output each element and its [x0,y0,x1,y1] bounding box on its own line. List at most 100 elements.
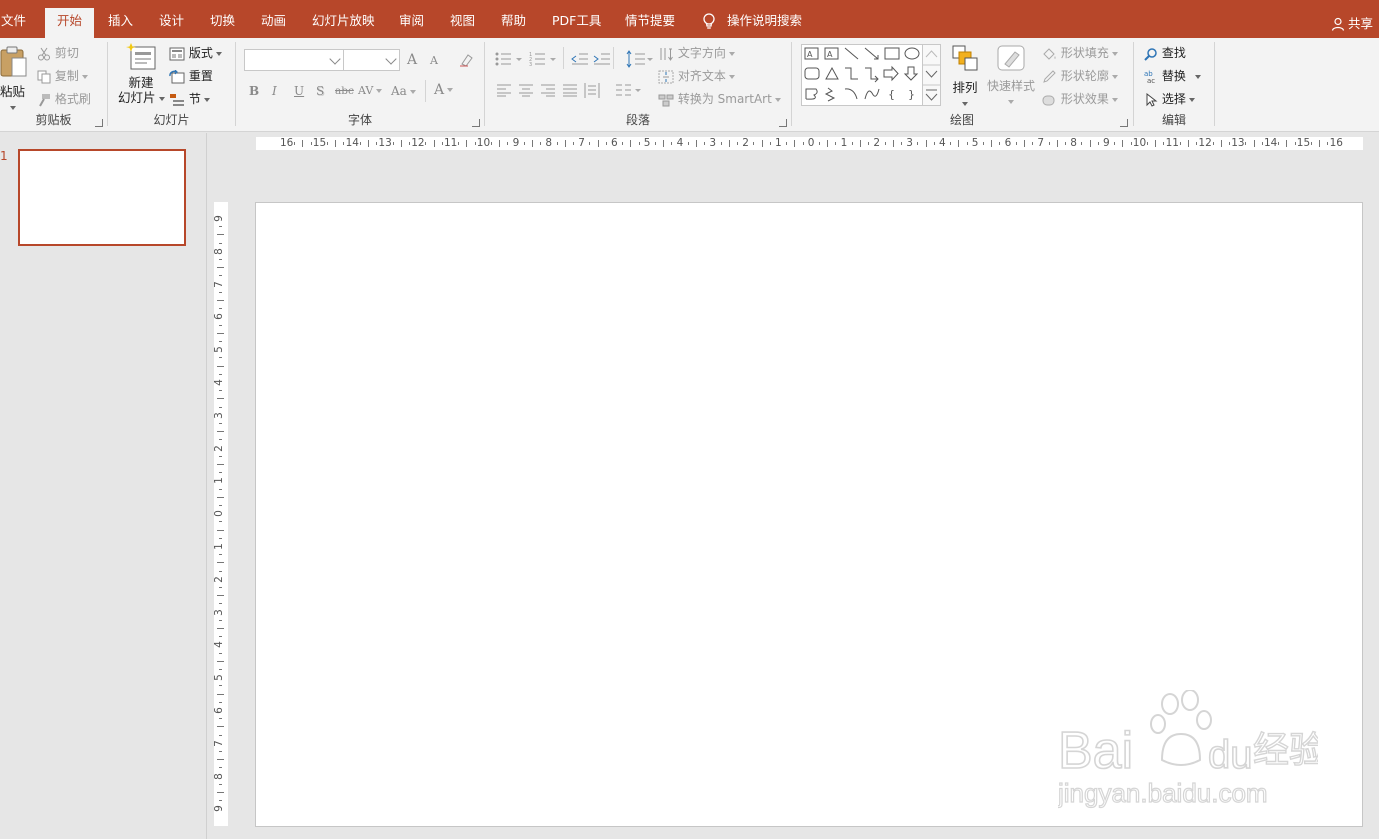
shrink-font-button[interactable]: A [430,54,438,67]
svg-text:经验: 经验 [1253,730,1318,771]
vruler-label: 9 [212,215,225,222]
font-color-button[interactable]: A [434,82,454,98]
find-button[interactable]: 查找 [1144,44,1186,61]
tab-pdf-tools[interactable]: PDF工具 [552,8,601,38]
numbering-icon[interactable]: 123 [529,52,559,66]
strikethrough-button[interactable]: abc [335,85,354,97]
vruler-label: 4 [212,641,225,649]
smartart-icon [658,94,674,106]
tab-home[interactable]: 开始 [45,8,95,38]
paragraph-dialog-launcher[interactable] [779,119,787,127]
font-size-combobox[interactable] [343,49,400,71]
tab-insert[interactable]: 插入 [108,8,133,38]
align-right-icon[interactable] [540,84,556,97]
new-slide-button[interactable]: 新建 幻灯片 [118,42,165,105]
group-font: A A B I U S abc AV Aa A 字体 [236,38,484,132]
increase-indent-icon[interactable] [593,52,611,66]
tab-animations[interactable]: 动画 [261,8,286,38]
tab-slideshow[interactable]: 幻灯片放映 [312,8,375,38]
vruler-label: 8 [212,247,225,255]
hruler-label: 10 [476,137,491,149]
cut-button[interactable]: 剪切 [37,44,79,61]
tab-help[interactable]: 帮助 [501,8,526,38]
clear-formatting-icon[interactable] [458,52,474,68]
shape-fill-button[interactable]: 形状填充 [1041,44,1118,61]
align-left-icon[interactable] [496,84,512,97]
distributed-icon[interactable] [584,83,600,98]
hruler-label: 10 [1132,137,1147,149]
share-button[interactable]: 共享 [1331,13,1373,32]
paste-button[interactable]: 粘贴 [0,44,30,110]
hruler-label: 11 [1165,137,1179,149]
hruler-label: 12 [1198,137,1212,149]
slide-thumbnail[interactable] [18,149,186,246]
convert-smartart-button[interactable]: 转换为 SmartArt [658,90,781,107]
tab-file[interactable]: 文件 [1,8,26,38]
select-button[interactable]: 选择 [1144,90,1195,107]
tab-transitions[interactable]: 切换 [210,8,235,38]
shape-effects-label: 形状效果 [1060,92,1109,106]
svg-text:A: A [827,50,833,59]
tell-me-search[interactable]: 操作说明搜索 [727,8,802,38]
font-dialog-launcher[interactable] [472,119,480,127]
vertical-ruler[interactable]: 9 8 7 6 5 4 3 2 1 0 1 2 3 4 5 6 7 8 9 [212,202,228,826]
hruler-label: 9 [1103,137,1110,149]
shapes-gallery-scroll[interactable] [922,44,941,106]
arrange-button[interactable]: 排列 [948,44,982,110]
vruler-label: 8 [212,772,225,780]
group-paragraph: 123 文字方向 对齐文本 转换为 SmartArt 段落 [485,38,791,132]
shape-effects-icon [1042,95,1055,105]
align-text-button[interactable]: 对齐文本 [658,67,735,84]
horizontal-ruler[interactable]: 16 15 14 13 12 11 10 9 8 7 6 5 4 3 2 1 0 1 2 3 4 5 6 7 8 9 10 11 12 1… [256,137,1363,150]
italic-button[interactable]: I [272,84,277,98]
shapes-gallery[interactable]: A A { } [801,44,941,106]
hruler-label: 13 [1231,137,1245,149]
section-button[interactable]: 节 [169,90,210,107]
reset-button[interactable]: 重置 [169,67,213,84]
columns-icon[interactable] [615,84,643,97]
clipboard-dialog-launcher[interactable] [95,119,103,127]
ribbon-tab-bar: 文件 开始 插入 设计 切换 动画 幻灯片放映 审阅 视图 帮助 PDF工具 情… [0,0,1379,38]
copy-button[interactable]: 复制 [37,67,88,84]
text-direction-button[interactable]: 文字方向 [658,44,735,61]
vruler-label: 2 [212,575,225,583]
format-painter-button[interactable]: 格式刷 [37,90,91,107]
new-slide-label-2: 幻灯片 [118,90,156,105]
hruler-label: 2 [873,137,881,149]
bold-button[interactable]: B [249,84,259,98]
align-center-icon[interactable] [518,84,534,97]
tab-design[interactable]: 设计 [159,8,184,38]
decrease-indent-icon[interactable] [571,52,589,66]
hruler-label: 16 [1329,137,1343,149]
tab-review[interactable]: 审阅 [399,8,424,38]
hruler-label: 7 [1037,137,1045,149]
line-spacing-icon[interactable] [625,50,653,68]
replace-button[interactable]: ab ac 替换 [1144,67,1201,84]
shape-effects-button[interactable]: 形状效果 [1041,90,1118,107]
quick-styles-button[interactable]: 快速样式 [986,44,1036,108]
reset-label: 重置 [188,69,213,83]
tab-storyboard[interactable]: 情节提要 [625,8,675,38]
vruler-label: 9 [212,805,225,813]
grow-font-button[interactable]: A [407,52,417,68]
character-spacing-button[interactable]: AV [358,84,383,97]
bullets-icon[interactable] [495,52,525,66]
change-case-button[interactable]: Aa [391,84,416,98]
new-slide-label-1: 新建 [128,75,154,90]
underline-button[interactable]: U [294,84,304,98]
drawing-dialog-launcher[interactable] [1120,119,1128,127]
text-shadow-button[interactable]: S [316,84,324,98]
font-name-combobox[interactable] [244,49,344,71]
hruler-label: 3 [906,137,913,149]
shape-outline-label: 形状轮廓 [1060,69,1109,83]
align-text-label: 对齐文本 [677,69,726,83]
arrange-icon [952,45,978,71]
find-label: 查找 [1161,46,1186,60]
justify-icon[interactable] [562,84,578,97]
clipboard-group-label: 剪贴板 [35,113,72,127]
layout-button[interactable]: 版式 [169,44,222,61]
shape-outline-button[interactable]: 形状轮廓 [1041,67,1118,84]
vruler-label: 6 [212,313,225,321]
vruler-label: 7 [212,739,225,747]
tab-view[interactable]: 视图 [450,8,475,38]
